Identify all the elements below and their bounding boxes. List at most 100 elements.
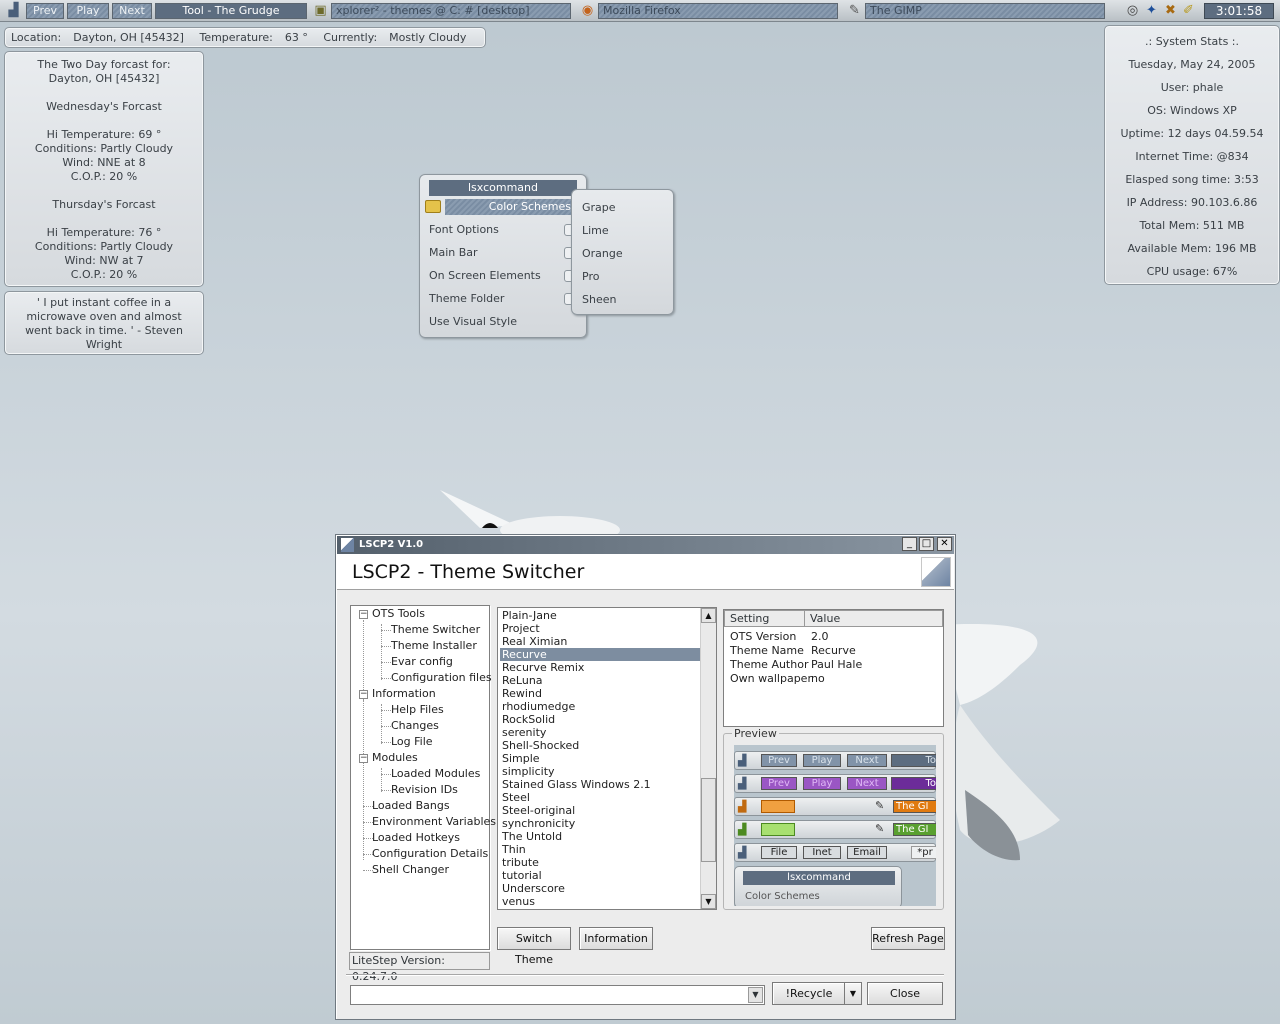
litestep-icon: ▟ [738,777,747,790]
preview-group: Preview ▟ Prev Play Next To ▟ Prev Play … [723,727,944,910]
theme-list-item[interactable]: Plain-Jane [500,609,701,622]
information-button[interactable]: Information [579,927,653,950]
theme-list-item[interactable]: Underscore [500,882,701,895]
recycle-dropdown-icon[interactable]: ▼ [844,983,861,1004]
theme-list[interactable]: Plain-Jane Project Real Ximian Recurve Recur… [497,607,717,910]
scheme-sheen[interactable]: Sheen [582,292,616,308]
scheme-grape[interactable]: Grape [582,200,616,216]
tree-shell-changer[interactable]: Shell Changer [372,862,449,878]
maximize-button[interactable]: □ [919,537,934,551]
theme-list-item[interactable]: serenity [500,726,701,739]
tree-log-file[interactable]: Log File [391,734,433,750]
col-setting-header[interactable]: Setting [724,610,805,627]
theme-list-item[interactable]: simplicity [500,765,701,778]
tree-theme-installer[interactable]: Theme Installer [391,638,477,654]
theme-list-item[interactable]: Stained Glass Windows 2.1 [500,778,701,791]
scroll-down-button[interactable]: ▼ [701,894,716,909]
preview-label: Preview [732,727,779,740]
command-input[interactable]: ▼ [350,985,765,1005]
tree-changes[interactable]: Changes [391,718,439,734]
litestep-icon[interactable]: ▟ [5,2,22,19]
tree-ots-tools[interactable]: OTS Tools [372,606,425,622]
theme-list-item[interactable]: Rewind [500,687,701,700]
theme-list-item[interactable]: Recurve Remix [500,661,701,674]
tree-revision-ids[interactable]: Revision IDs [391,782,458,798]
scheme-pro[interactable]: Pro [582,269,599,285]
theme-list-item[interactable]: Project [500,622,701,635]
close-button[interactable]: Close [867,982,943,1005]
theme-list-item[interactable]: Shell-Shocked [500,739,701,752]
now-playing-display[interactable]: Tool - The Grudge [155,3,307,19]
theme-list-item[interactable]: Steel-original [500,804,701,817]
theme-list-item[interactable]: Real Ximian [500,635,701,648]
tree-loaded-hotkeys[interactable]: Loaded Hotkeys [372,830,460,846]
refresh-page-button[interactable]: Refresh Page [871,927,945,950]
theme-list-item[interactable]: tribute [500,856,701,869]
play-button[interactable]: Play [67,3,109,19]
tray-pencil-icon[interactable]: ✐ [1180,2,1197,19]
scroll-thumb[interactable] [701,778,716,862]
tree-modules[interactable]: Modules [372,750,418,766]
theme-list-item[interactable]: Thin [500,843,701,856]
theme-list-item[interactable]: Recurve [500,648,701,661]
theme-list-item[interactable]: venus [500,895,701,908]
command-dropdown-button[interactable]: ▼ [748,987,763,1003]
stats-ip: IP Address: 90.103.6.86 [1126,196,1258,209]
tree-help-files[interactable]: Help Files [391,702,444,718]
theme-list-item[interactable]: Steel [500,791,701,804]
col-value-header[interactable]: Value [804,610,943,627]
next-button[interactable]: Next [112,3,152,19]
theme-properties: Setting Value OTS Version 2.0 Theme Name… [723,609,944,727]
prev-button[interactable]: Prev [26,3,64,19]
close-window-button[interactable]: ✕ [937,537,952,551]
tray-tools-icon[interactable]: ✖ [1162,2,1179,19]
collapse-icon[interactable]: − [359,754,368,763]
stats-user: User: phale [1160,81,1224,94]
theme-list-item[interactable]: Simple [500,752,701,765]
prop-value: no [811,672,825,685]
window-titlebar[interactable]: LSCP2 V1.0 [337,536,954,554]
tree-theme-switcher[interactable]: Theme Switcher [391,622,480,638]
day1-wind: Wind: NNE at 8 [62,156,146,169]
menu-item-main-bar[interactable]: Main Bar [429,245,579,261]
scheme-orange[interactable]: Orange [582,246,623,262]
tray-speaker-icon[interactable]: ◎ [1124,2,1141,19]
task-gimp[interactable]: The GIMP [865,3,1105,19]
collapse-icon[interactable]: − [359,690,368,699]
theme-list-item[interactable]: synchronicity [500,817,701,830]
day1-hi: Hi Temperature: 69 ° [46,128,162,141]
task-xplorer[interactable]: xplorer² - themes @ C: # [desktop] [331,3,571,19]
location-label: Location: [11,31,62,44]
separator [346,974,944,976]
switch-theme-button[interactable]: Switch Theme [497,927,571,966]
tree-loaded-modules[interactable]: Loaded Modules [391,766,480,782]
tree-config-files[interactable]: Configuration files [391,670,492,686]
theme-list-item[interactable]: ReLuna [500,674,701,687]
preview-lsx: lsxcommand Color Schemes [734,866,902,906]
tree-information[interactable]: Information [372,686,436,702]
menu-item-theme-folder[interactable]: Theme Folder [429,291,579,307]
menu-item-color-schemes[interactable]: Color Schemes [445,199,575,215]
tree-evar-config[interactable]: Evar config [391,654,453,670]
theme-list-item[interactable]: RockSolid [500,713,701,726]
tree-env-vars[interactable]: Environment Variables [372,814,496,830]
scroll-up-button[interactable]: ▲ [701,608,716,623]
lsxcommand-title: lsxcommand [429,180,577,196]
task-firefox[interactable]: Mozilla Firefox [598,3,838,19]
menu-item-on-screen-elements[interactable]: On Screen Elements [429,268,579,284]
tree-loaded-bangs[interactable]: Loaded Bangs [372,798,450,814]
recycle-button[interactable]: !Recycle ▼ [772,982,862,1005]
minimize-button[interactable]: _ [902,537,917,551]
scheme-lime[interactable]: Lime [582,223,609,239]
theme-list-item[interactable]: rhodiumedge [500,700,701,713]
collapse-icon[interactable]: − [359,610,368,619]
menu-item-font-options[interactable]: Font Options [429,222,579,238]
preview-pr: *pr [911,846,936,859]
menu-item-use-visual-style[interactable]: Use Visual Style [429,314,579,330]
tray-network-icon[interactable]: ✦ [1143,2,1160,19]
theme-list-item[interactable]: tutorial [500,869,701,882]
day2-hi: Hi Temperature: 76 ° [46,226,162,239]
theme-list-item[interactable]: The Untold [500,830,701,843]
theme-list-scrollbar[interactable]: ▲ ▼ [700,608,716,909]
tree-config-details[interactable]: Configuration Details [372,846,488,862]
